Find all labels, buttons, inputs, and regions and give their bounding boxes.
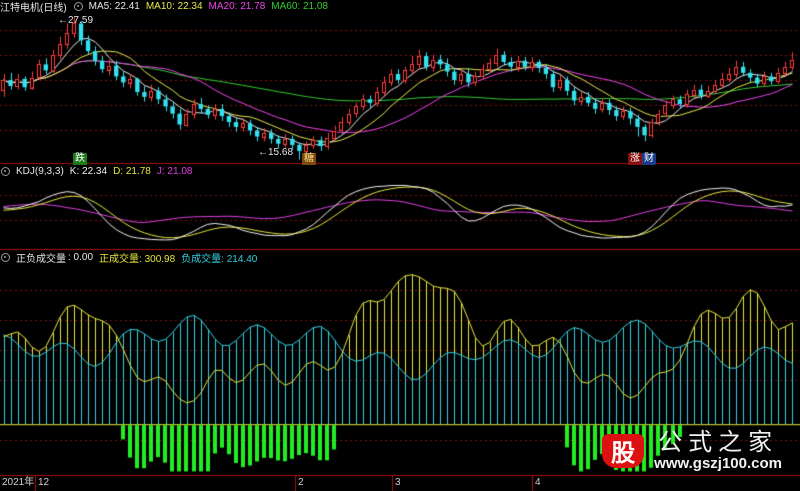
- watermark: 股 公式之家 www.gszj100.com: [602, 430, 782, 471]
- tag-fall[interactable]: 跌: [73, 153, 87, 165]
- main-panel-header: 江特电机(日线) MA5: 22.41 MA10: 22.34 MA20: 21…: [0, 0, 328, 14]
- gear-icon[interactable]: [1, 253, 10, 262]
- ma20-value: MA20: 21.78: [208, 1, 266, 12]
- axis-label-apr: 4: [535, 477, 541, 488]
- low-price-value: 15.68: [268, 147, 294, 158]
- low-price-label: ←15.68: [258, 147, 294, 158]
- ma5-value: MA5: 22.41: [88, 1, 140, 12]
- tag-sugar[interactable]: 糖: [302, 153, 316, 165]
- watermark-text: 公式之家 www.gszj100.com: [654, 430, 782, 471]
- tag-rise[interactable]: 涨: [628, 153, 642, 165]
- high-price-label: ←27.59: [58, 15, 94, 26]
- axis-label-feb: 2: [298, 477, 304, 488]
- negative-volume-value: 负成交量: 214.40: [181, 254, 258, 265]
- high-price-value: 27.59: [68, 15, 94, 26]
- axis-label-year: 2021年: [2, 477, 35, 488]
- kdj-panel-header: KDJ(9,3,3) K: 22.34 D: 21.78 J: 21.08: [0, 165, 192, 178]
- watermark-title: 公式之家: [658, 428, 779, 456]
- kdj-title[interactable]: KDJ(9,3,3): [16, 166, 64, 177]
- watermark-url: www.gszj100.com: [654, 455, 782, 472]
- kdj-d-value: D: 21.78: [113, 166, 151, 177]
- cross-zero-value: : 0.00: [68, 252, 94, 263]
- stock-title[interactable]: 江特电机(日线): [0, 0, 67, 14]
- stock-chart-canvas[interactable]: [0, 0, 800, 491]
- kdj-k-value: K: 22.34: [69, 166, 108, 177]
- ma10-value: MA10: 22.34: [145, 1, 203, 12]
- cross-panel-header: 正负成交量 : 0.00 正成交量: 300.98 负成交量: 214.40: [0, 250, 258, 265]
- gear-icon[interactable]: [73, 2, 83, 11]
- gear-icon[interactable]: [1, 167, 10, 176]
- positive-volume-value: 正成交量: 300.98: [99, 254, 176, 265]
- cross-title[interactable]: 正负成交量: [16, 250, 66, 265]
- tag-wealth[interactable]: 财: [642, 153, 656, 165]
- watermark-logo: 股: [602, 433, 645, 468]
- axis-label-mar: 3: [395, 477, 401, 488]
- ma60-value: MA60: 21.08: [271, 1, 328, 12]
- axis-label-dec: 12: [38, 477, 50, 488]
- kdj-j-value: J: 21.08: [156, 166, 193, 177]
